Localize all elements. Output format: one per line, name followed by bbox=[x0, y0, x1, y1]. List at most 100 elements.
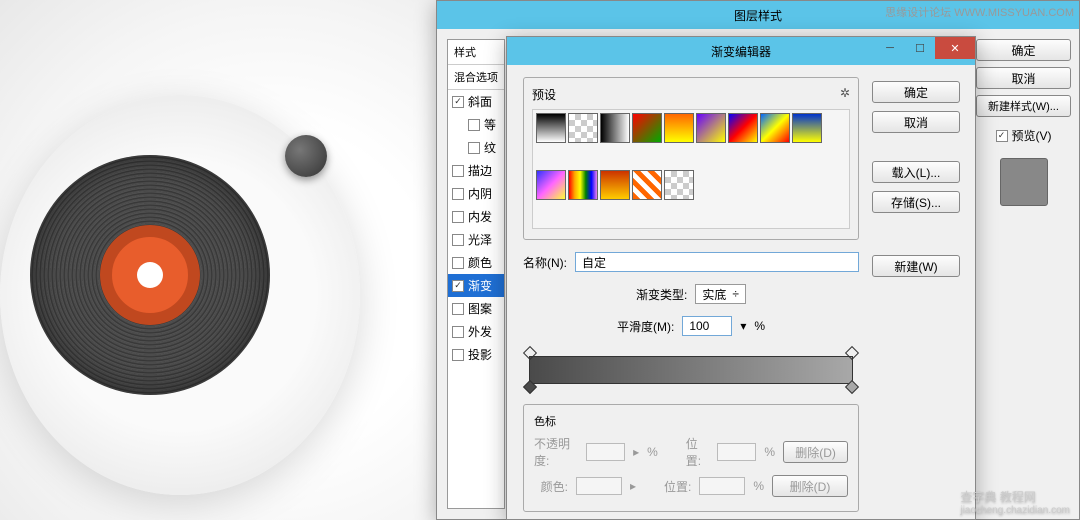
sidebar-style-header[interactable]: 样式 bbox=[448, 40, 504, 65]
type-row: 渐变类型: 实底 ÷ bbox=[523, 284, 859, 304]
name-label: 名称(N): bbox=[523, 254, 567, 271]
watermark-sub: jiaocheng.chazidian.com bbox=[960, 505, 1070, 516]
position-label: 位置: bbox=[664, 478, 691, 495]
save-button[interactable]: 存储(S)... bbox=[872, 191, 960, 213]
minimize-button[interactable]: ─ bbox=[875, 37, 905, 59]
preset-swatch[interactable] bbox=[568, 170, 598, 200]
sidebar-item-stroke[interactable]: 描边 bbox=[448, 159, 504, 182]
background-artwork bbox=[0, 0, 440, 520]
sidebar-blend-header[interactable]: 混合选项 bbox=[448, 65, 504, 90]
opacity-label: 不透明度: bbox=[534, 435, 578, 469]
preview-checkbox-row[interactable]: ✓ 预览(V) bbox=[996, 127, 1052, 144]
sidebar-item-color-overlay[interactable]: 颜色 bbox=[448, 251, 504, 274]
sidebar-item-satin[interactable]: 光泽 bbox=[448, 228, 504, 251]
knob bbox=[285, 135, 327, 177]
delete-button: 删除(D) bbox=[783, 441, 848, 463]
layer-style-buttons: 确定 取消 新建样式(W)... ✓ 预览(V) bbox=[976, 39, 1071, 206]
ok-button[interactable]: 确定 bbox=[872, 81, 960, 103]
gear-icon[interactable]: ✲ bbox=[840, 86, 850, 103]
opacity-input bbox=[586, 443, 625, 461]
preset-swatch[interactable] bbox=[600, 170, 630, 200]
checkbox-icon[interactable] bbox=[452, 188, 464, 200]
preset-swatch[interactable] bbox=[664, 113, 694, 143]
presets-frame: 预设 ✲ bbox=[523, 77, 859, 240]
sidebar-item-texture[interactable]: 纹 bbox=[448, 136, 504, 159]
record-center bbox=[137, 262, 163, 288]
dropdown-icon[interactable]: ▾ bbox=[740, 319, 746, 333]
preset-swatch[interactable] bbox=[568, 113, 598, 143]
sidebar-item-gradient-overlay[interactable]: ✓渐变 bbox=[448, 274, 504, 297]
sidebar-item-pattern-overlay[interactable]: 图案 bbox=[448, 297, 504, 320]
new-button[interactable]: 新建(W) bbox=[872, 255, 960, 277]
checkbox-icon[interactable] bbox=[452, 234, 464, 246]
layer-style-sidebar: 样式 混合选项 ✓斜面 等 纹 描边 内阴 内发 光泽 颜色 ✓渐变 图案 外发… bbox=[447, 39, 505, 509]
cancel-button[interactable]: 取消 bbox=[976, 67, 1071, 89]
name-row: 名称(N): 自定 bbox=[523, 252, 859, 272]
preset-swatch[interactable] bbox=[696, 113, 726, 143]
smooth-row: 平滑度(M): 100 ▾ % bbox=[523, 316, 859, 336]
color-label: 颜色: bbox=[541, 478, 568, 495]
gradient-editor-titlebar[interactable]: 渐变编辑器 ─ ☐ ✕ bbox=[507, 37, 975, 65]
position-input bbox=[699, 477, 745, 495]
ok-button[interactable]: 确定 bbox=[976, 39, 1071, 61]
checkbox-icon[interactable] bbox=[452, 326, 464, 338]
sidebar-item-contour[interactable]: 等 bbox=[448, 113, 504, 136]
gradient-bar[interactable] bbox=[523, 356, 859, 384]
delete-button: 删除(D) bbox=[772, 475, 848, 497]
record-label bbox=[100, 225, 200, 325]
maximize-button[interactable]: ☐ bbox=[905, 37, 935, 59]
load-button[interactable]: 载入(L)... bbox=[872, 161, 960, 183]
position-input bbox=[717, 443, 756, 461]
preview-label: 预览(V) bbox=[1012, 127, 1052, 144]
preset-swatch[interactable] bbox=[664, 170, 694, 200]
watermark-main: 查字典 教程网 bbox=[960, 488, 1070, 505]
sidebar-item-bevel[interactable]: ✓斜面 bbox=[448, 90, 504, 113]
sidebar-item-drop-shadow[interactable]: 投影 bbox=[448, 343, 504, 366]
type-label: 渐变类型: bbox=[636, 286, 687, 303]
preview-swatch bbox=[1000, 158, 1048, 206]
sidebar-item-inner-shadow[interactable]: 内阴 bbox=[448, 182, 504, 205]
preset-swatch[interactable] bbox=[632, 113, 662, 143]
smooth-input[interactable]: 100 bbox=[682, 316, 732, 336]
checkbox-icon[interactable] bbox=[468, 119, 480, 131]
preset-swatch[interactable] bbox=[600, 113, 630, 143]
gradient-editor-window: 渐变编辑器 ─ ☐ ✕ 预设 ✲ bbox=[506, 36, 976, 520]
layer-style-title: 图层样式 bbox=[734, 7, 782, 24]
stops-label: 色标 bbox=[534, 413, 848, 429]
checkbox-icon[interactable] bbox=[452, 257, 464, 269]
position-label: 位置: bbox=[686, 435, 709, 469]
preset-grid[interactable] bbox=[532, 109, 850, 229]
preset-swatch[interactable] bbox=[536, 113, 566, 143]
preset-swatch[interactable] bbox=[760, 113, 790, 143]
gradient-editor-title: 渐变编辑器 bbox=[711, 43, 771, 60]
checkbox-icon[interactable]: ✓ bbox=[996, 130, 1008, 142]
gradient-preview[interactable] bbox=[529, 356, 853, 384]
checkbox-icon[interactable] bbox=[452, 211, 464, 223]
checkbox-icon[interactable] bbox=[468, 142, 480, 154]
checkbox-icon[interactable] bbox=[452, 165, 464, 177]
checkbox-icon[interactable]: ✓ bbox=[452, 280, 464, 292]
percent-label: % bbox=[754, 319, 765, 333]
new-style-button[interactable]: 新建样式(W)... bbox=[976, 95, 1071, 117]
sidebar-item-inner-glow[interactable]: 内发 bbox=[448, 205, 504, 228]
sidebar-item-outer-glow[interactable]: 外发 bbox=[448, 320, 504, 343]
preset-swatch[interactable] bbox=[632, 170, 662, 200]
gradient-editor-buttons: 确定 取消 载入(L)... 存储(S)... 新建(W) bbox=[873, 77, 959, 507]
presets-label: 预设 bbox=[532, 86, 556, 103]
record-disc bbox=[30, 155, 270, 395]
name-input[interactable]: 自定 bbox=[575, 252, 859, 272]
checkbox-icon[interactable] bbox=[452, 303, 464, 315]
preset-swatch[interactable] bbox=[728, 113, 758, 143]
cancel-button[interactable]: 取消 bbox=[872, 111, 960, 133]
preset-swatch[interactable] bbox=[536, 170, 566, 200]
preset-swatch[interactable] bbox=[792, 113, 822, 143]
checkbox-icon[interactable] bbox=[452, 349, 464, 361]
smooth-label: 平滑度(M): bbox=[617, 318, 674, 335]
checkbox-icon[interactable]: ✓ bbox=[452, 96, 464, 108]
stops-frame: 色标 不透明度: ▸% 位置: % 删除(D) 颜色: ▸ 位置: % 删除(D bbox=[523, 404, 859, 512]
color-input bbox=[576, 477, 622, 495]
watermark-top: 思缘设计论坛 WWW.MISSYUAN.COM bbox=[885, 4, 1074, 20]
close-button[interactable]: ✕ bbox=[935, 37, 975, 59]
watermark-bottom: 查字典 教程网 jiaocheng.chazidian.com bbox=[960, 488, 1070, 516]
type-select[interactable]: 实底 ÷ bbox=[695, 284, 746, 304]
